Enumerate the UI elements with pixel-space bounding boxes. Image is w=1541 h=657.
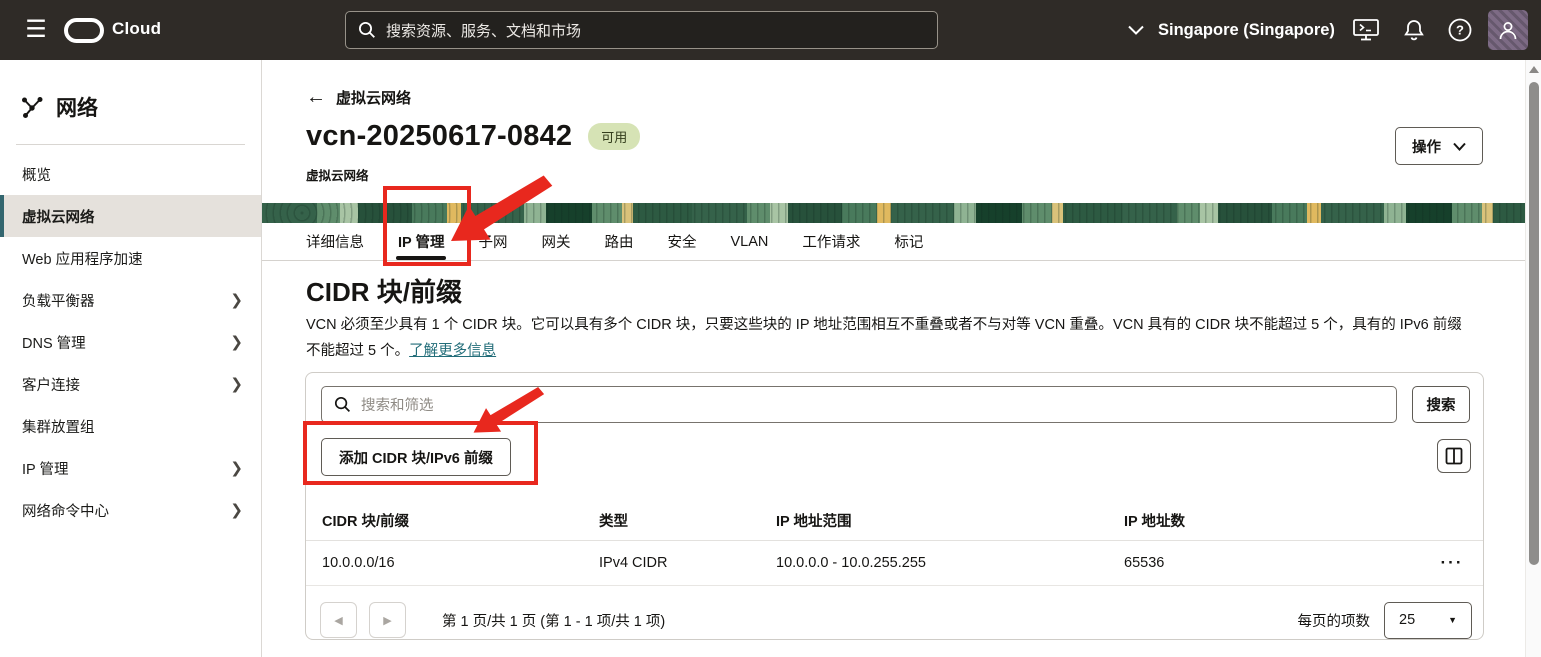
sidebar-item-label: IP 管理 xyxy=(22,458,68,479)
brand-label: Cloud xyxy=(112,19,161,39)
column-settings-button[interactable] xyxy=(1437,439,1471,473)
cell-cidr: 10.0.0.0/16 xyxy=(306,555,599,571)
filter-placeholder: 搜索和筛选 xyxy=(361,394,434,415)
section-title: CIDR 块/前缀 xyxy=(306,272,462,309)
filter-search-input[interactable]: 搜索和筛选 xyxy=(321,386,1397,423)
actions-button[interactable]: 操作 xyxy=(1395,127,1483,165)
main-content: ← 虚拟云网络 vcn-20250617-0842 可用 虚拟云网络 操作 详细… xyxy=(262,60,1525,657)
back-link-label: 虚拟云网络 xyxy=(336,87,411,108)
search-button[interactable]: 搜索 xyxy=(1412,386,1470,423)
sidebar-item-label: DNS 管理 xyxy=(22,332,86,353)
sidebar-item-label: 虚拟云网络 xyxy=(22,206,95,227)
column-header-count: IP 地址数 xyxy=(1124,510,1421,531)
person-icon xyxy=(1497,19,1519,41)
sidebar-item-load-balancers[interactable]: 负载平衡器 ❯ xyxy=(0,279,261,321)
topbar: ☰ Cloud 搜索资源、服务、文档和市场 Singapore (Singapo… xyxy=(0,0,1541,60)
cloud-shell-icon[interactable] xyxy=(1348,0,1384,60)
add-cidr-block-button[interactable]: 添加 CIDR 块/IPv6 前缀 xyxy=(321,438,511,476)
tab-work-requests[interactable]: 工作请求 xyxy=(802,223,860,260)
chevron-down-icon xyxy=(1453,142,1466,151)
sidebar-item-label: 负载平衡器 xyxy=(22,290,95,311)
sidebar-divider xyxy=(16,144,245,145)
global-search-placeholder: 搜索资源、服务、文档和市场 xyxy=(386,20,581,41)
sidebar-title: 网络 xyxy=(0,60,261,122)
scrollbar-thumb[interactable] xyxy=(1529,82,1539,565)
sidebar-item-ip-management[interactable]: IP 管理 ❯ xyxy=(0,447,261,489)
section-description: VCN 必须至少具有 1 个 CIDR 块。它可以具有多个 CIDR 块，只要这… xyxy=(306,312,1476,364)
sidebar-navigation: 网络 概览 虚拟云网络 Web 应用程序加速 负载平衡器 ❯ DNS 管理 ❯ … xyxy=(0,60,262,657)
sidebar-item-virtual-cloud-networks[interactable]: 虚拟云网络 xyxy=(0,195,261,237)
region-name: Singapore (Singapore) xyxy=(1158,21,1335,40)
tab-vlan[interactable]: VLAN xyxy=(730,223,768,260)
cell-count: 65536 xyxy=(1124,555,1421,571)
notifications-bell-icon[interactable] xyxy=(1396,0,1432,60)
sidebar-item-label: 集群放置组 xyxy=(22,416,95,437)
pagination-label: 第 1 页/共 1 页 (第 1 - 1 项/共 1 项) xyxy=(442,610,665,631)
sidebar-item-label: Web 应用程序加速 xyxy=(22,248,143,269)
tab-security[interactable]: 安全 xyxy=(667,223,696,260)
table-header-row: CIDR 块/前缀 类型 IP 地址范围 IP 地址数 xyxy=(306,501,1483,541)
chevron-right-icon: ❯ xyxy=(230,333,243,351)
sidebar-item-label: 网络命令中心 xyxy=(22,500,109,521)
status-badge: 可用 xyxy=(588,123,640,150)
search-icon xyxy=(334,396,351,413)
cidr-panel: 搜索和筛选 搜索 添加 CIDR 块/IPv6 前缀 CIDR 块/前缀 类型 … xyxy=(305,372,1484,640)
tab-tags[interactable]: 标记 xyxy=(894,223,923,260)
chevron-right-icon: ❯ xyxy=(230,375,243,393)
actions-button-label: 操作 xyxy=(1412,136,1441,157)
page-title: vcn-20250617-0842 xyxy=(306,120,572,153)
decorative-banner xyxy=(262,203,1525,223)
tab-ip-management[interactable]: IP 管理 xyxy=(398,223,444,260)
svg-text:?: ? xyxy=(1456,23,1464,38)
columns-icon xyxy=(1445,447,1463,465)
column-header-cidr: CIDR 块/前缀 xyxy=(306,510,599,531)
sidebar-item-overview[interactable]: 概览 xyxy=(0,153,261,195)
row-actions-menu[interactable]: ··· xyxy=(1421,553,1483,573)
user-avatar[interactable] xyxy=(1488,10,1528,50)
search-icon xyxy=(358,21,376,39)
back-arrow-icon: ← xyxy=(306,86,326,109)
global-search-input[interactable]: 搜索资源、服务、文档和市场 xyxy=(345,11,938,49)
sidebar-title-label: 网络 xyxy=(56,92,98,122)
pagination: ◀ ▶ 第 1 页/共 1 页 (第 1 - 1 项/共 1 项) 每页的项数 … xyxy=(306,599,1483,641)
caret-down-icon: ▼ xyxy=(1448,615,1457,625)
chevron-right-icon: ❯ xyxy=(230,291,243,309)
per-page-label: 每页的项数 xyxy=(1298,610,1371,631)
page-subtitle: 虚拟云网络 xyxy=(306,165,369,184)
scrollbar-up-arrow[interactable] xyxy=(1529,66,1539,73)
tab-subnets[interactable]: 子网 xyxy=(478,223,507,260)
chevron-right-icon: ❯ xyxy=(230,459,243,477)
cell-range: 10.0.0.0 - 10.0.255.255 xyxy=(776,555,1124,571)
column-header-type: 类型 xyxy=(599,510,776,531)
sidebar-item-customer-connectivity[interactable]: 客户连接 ❯ xyxy=(0,363,261,405)
pagination-prev-button[interactable]: ◀ xyxy=(320,602,357,638)
per-page-value: 25 xyxy=(1399,612,1415,628)
sidebar-item-label: 概览 xyxy=(22,164,51,185)
pagination-next-button[interactable]: ▶ xyxy=(369,602,406,638)
help-icon[interactable]: ? xyxy=(1442,0,1478,60)
back-link[interactable]: ← 虚拟云网络 xyxy=(306,86,411,109)
hamburger-menu-icon[interactable]: ☰ xyxy=(20,14,52,46)
region-selector[interactable]: Singapore (Singapore) xyxy=(1128,0,1335,60)
chevron-down-icon xyxy=(1128,25,1144,35)
sidebar-item-network-command-center[interactable]: 网络命令中心 ❯ xyxy=(0,489,261,531)
table-row[interactable]: 10.0.0.0/16 IPv4 CIDR 10.0.0.0 - 10.0.25… xyxy=(306,541,1483,586)
vertical-scrollbar[interactable] xyxy=(1525,60,1541,657)
oracle-logo-icon xyxy=(64,18,104,43)
sidebar-item-web-app-acceleration[interactable]: Web 应用程序加速 xyxy=(0,237,261,279)
sidebar-item-cluster-placement-groups[interactable]: 集群放置组 xyxy=(0,405,261,447)
per-page-select[interactable]: 25 ▼ xyxy=(1384,602,1472,639)
chevron-right-icon: ❯ xyxy=(230,501,243,519)
learn-more-link[interactable]: 了解更多信息 xyxy=(409,343,496,359)
detail-tabs: 详细信息 IP 管理 子网 网关 路由 安全 VLAN 工作请求 标记 xyxy=(262,223,1525,261)
sidebar-item-dns-management[interactable]: DNS 管理 ❯ xyxy=(0,321,261,363)
tab-routing[interactable]: 路由 xyxy=(604,223,633,260)
network-icon xyxy=(20,95,44,119)
column-header-range: IP 地址范围 xyxy=(776,510,1124,531)
cell-type: IPv4 CIDR xyxy=(599,555,776,571)
tab-details[interactable]: 详细信息 xyxy=(306,223,364,260)
sidebar-item-label: 客户连接 xyxy=(22,374,80,395)
tab-gateways[interactable]: 网关 xyxy=(541,223,570,260)
